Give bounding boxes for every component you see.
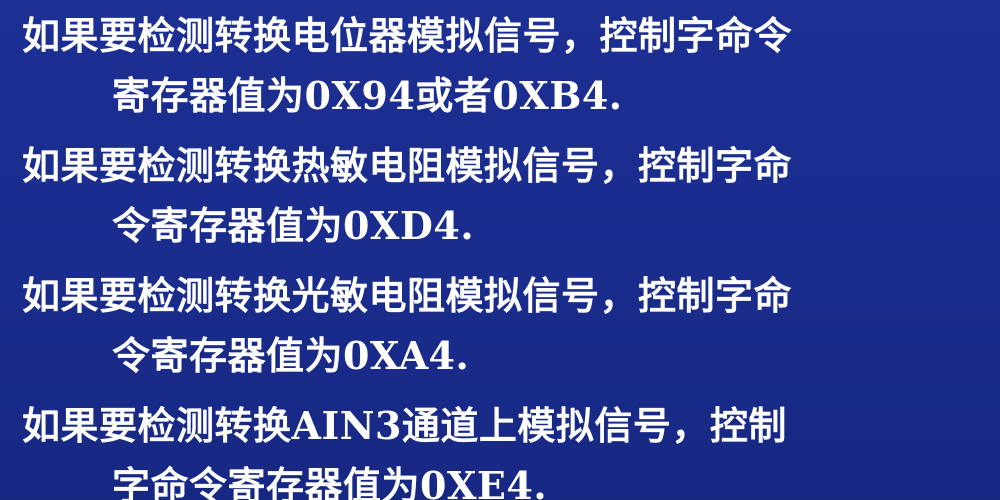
paragraph-ain3: 如果要检测转换AIN3通道上模拟信号，控制 字命令寄存器值为0XE4. [0, 396, 1000, 500]
slide: 如果要检测转换电位器模拟信号，控制字命令 寄存器值为0X94或者0XB4. 如果… [0, 0, 1000, 500]
paragraph-line: 如果要检测转换热敏电阻模拟信号，控制字命 [22, 143, 793, 188]
paragraph-line: 如果要检测转换电位器模拟信号，控制字命令 [22, 13, 793, 58]
paragraph-thermistor: 如果要检测转换热敏电阻模拟信号，控制字命 令寄存器值为0XD4. [0, 136, 1000, 256]
paragraph-line: 令寄存器值为0XA4. [112, 333, 470, 378]
paragraph-line: 字命令寄存器值为0XE4. [112, 463, 548, 500]
paragraph-potentiometer: 如果要检测转换电位器模拟信号，控制字命令 寄存器值为0X94或者0XB4. [0, 6, 1000, 126]
paragraph-line: 令寄存器值为0XD4. [112, 203, 475, 248]
paragraph-photoresistor: 如果要检测转换光敏电阻模拟信号，控制字命 令寄存器值为0XA4. [0, 266, 1000, 386]
paragraph-line: 如果要检测转换AIN3通道上模拟信号，控制 [22, 403, 787, 448]
paragraph-line: 如果要检测转换光敏电阻模拟信号，控制字命 [22, 273, 793, 318]
paragraph-line: 寄存器值为0X94或者0XB4. [112, 73, 623, 118]
